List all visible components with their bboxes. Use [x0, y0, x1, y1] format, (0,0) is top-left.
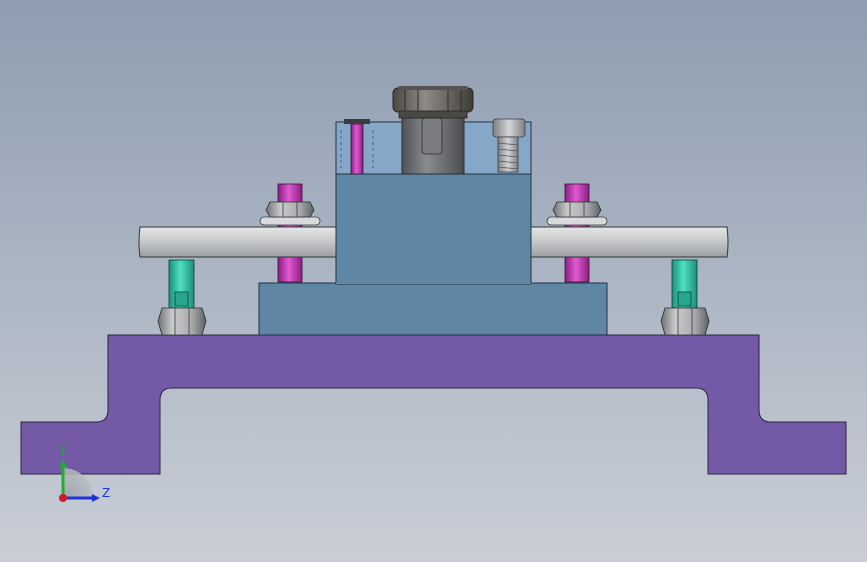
riser-block-lower: [258, 282, 608, 336]
riser-block-upper: [335, 173, 532, 285]
triad-y-label: Y: [58, 444, 67, 458]
hex-nut-top-right: [546, 201, 608, 226]
fixture-assembly-view: Y Z: [0, 0, 867, 562]
clamp-bar-left: [138, 226, 337, 258]
hex-nut-base-left: [157, 307, 207, 336]
triad-x-axis-dot: [59, 494, 67, 502]
hex-nut-top-left: [259, 201, 321, 226]
cad-viewport[interactable]: Y Z: [0, 0, 867, 562]
triad-z-label: Z: [102, 486, 110, 500]
knurled-clamp-nut: [392, 86, 474, 175]
clamp-bar-right: [530, 226, 729, 258]
hex-nut-base-right: [660, 307, 710, 336]
